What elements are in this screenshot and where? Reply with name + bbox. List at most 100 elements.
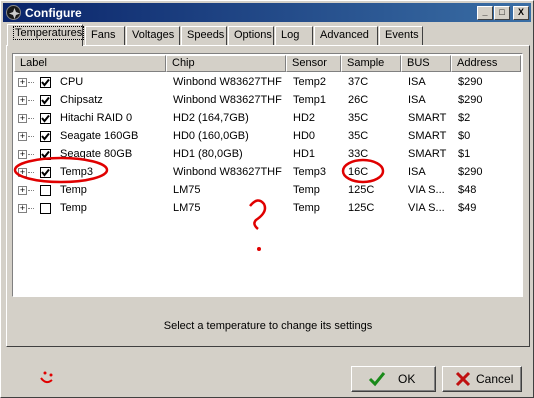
- checkmark-icon: [41, 168, 50, 177]
- column-header-sensor[interactable]: Sensor: [286, 55, 341, 72]
- cell-sample: 125C: [348, 202, 375, 214]
- tab-events[interactable]: Events: [379, 26, 423, 45]
- app-icon: [6, 5, 21, 20]
- checkmark-icon: [41, 132, 50, 141]
- column-header-address[interactable]: Address: [451, 55, 521, 72]
- list-header: Label Chip Sensor Sample BUS Address: [14, 55, 521, 72]
- maximize-button[interactable]: □: [494, 6, 510, 20]
- checkmark-icon: [41, 96, 50, 105]
- cell-label: Hitachi RAID 0: [60, 112, 133, 124]
- table-row[interactable]: + Hitachi RAID 0 HD2 (164,7GB) HD2 35C SMART $…: [14, 109, 521, 127]
- tab-log[interactable]: Log: [275, 26, 313, 45]
- enable-checkbox[interactable]: [40, 95, 51, 106]
- table-row[interactable]: + Seagate 160GB HD0 (160,0GB) HD0 35C SMART $0: [14, 127, 521, 145]
- cell-label: Seagate 160GB: [60, 130, 139, 142]
- cell-bus: SMART: [408, 130, 447, 142]
- cell-bus: SMART: [408, 112, 447, 124]
- cell-sensor: HD0: [293, 130, 316, 142]
- cell-sensor: HD1: [293, 148, 316, 160]
- title-bar[interactable]: Configure _ □ X: [3, 3, 531, 22]
- cell-sensor: Temp3: [293, 166, 327, 178]
- cell-address: $0: [458, 130, 471, 142]
- check-icon: [368, 372, 386, 387]
- ok-button[interactable]: OK: [351, 366, 436, 392]
- cell-bus: VIA S...: [408, 202, 445, 214]
- cell-chip: HD1 (80,0GB): [173, 148, 243, 160]
- checkmark-icon: [41, 114, 50, 123]
- cell-address: $48: [458, 184, 477, 196]
- cell-address: $2: [458, 112, 471, 124]
- cell-label: Chipsatz: [60, 94, 103, 106]
- table-row[interactable]: + Temp3 Winbond W83627THF Temp3 16C ISA $290: [14, 163, 521, 181]
- expand-icon[interactable]: +: [18, 186, 34, 195]
- window-title: Configure: [25, 6, 82, 20]
- close-button[interactable]: X: [513, 6, 529, 20]
- temperature-list[interactable]: Label Chip Sensor Sample BUS Address + CP…: [12, 53, 523, 297]
- expand-icon[interactable]: +: [18, 132, 34, 141]
- enable-checkbox[interactable]: [40, 131, 51, 142]
- enable-checkbox[interactable]: [40, 77, 51, 88]
- status-text: Select a temperature to change its setti…: [163, 320, 373, 332]
- expand-icon[interactable]: +: [18, 78, 34, 87]
- expand-icon[interactable]: +: [18, 96, 34, 105]
- table-row[interactable]: + Temp LM75 Temp 125C VIA S... $48: [14, 181, 521, 199]
- table-row[interactable]: + Temp LM75 Temp 125C VIA S... $49: [14, 199, 521, 217]
- cancel-button-label: Cancel: [476, 372, 514, 386]
- cell-chip: Winbond W83627THF: [173, 76, 282, 88]
- cell-chip: Winbond W83627THF: [173, 94, 282, 106]
- cell-sample: 35C: [348, 130, 369, 142]
- tab-options[interactable]: Options: [228, 26, 274, 45]
- cell-sensor: Temp2: [293, 76, 327, 88]
- cell-label: Temp3: [60, 166, 94, 178]
- expand-icon[interactable]: +: [18, 204, 34, 213]
- cell-address: $1: [458, 148, 471, 160]
- table-row[interactable]: + CPU Winbond W83627THF Temp2 37C ISA $290: [14, 73, 521, 91]
- cell-chip: LM75: [173, 202, 201, 214]
- column-header-chip[interactable]: Chip: [166, 55, 286, 72]
- tab-advanced[interactable]: Advanced: [314, 26, 378, 45]
- tab-fans[interactable]: Fans: [85, 26, 125, 45]
- enable-checkbox[interactable]: [40, 167, 51, 178]
- cell-bus: ISA: [408, 166, 426, 178]
- cell-sensor: Temp: [293, 202, 320, 214]
- column-header-sample[interactable]: Sample: [341, 55, 401, 72]
- ok-button-label: OK: [398, 372, 416, 386]
- tab-voltages[interactable]: Voltages: [126, 26, 180, 45]
- cell-chip: HD2 (164,7GB): [173, 112, 249, 124]
- expand-icon[interactable]: +: [18, 168, 34, 177]
- tab-temperatures[interactable]: Temperatures: [7, 24, 85, 46]
- expand-icon[interactable]: +: [18, 114, 34, 123]
- cell-sensor: Temp: [293, 184, 320, 196]
- cell-sample: 125C: [348, 184, 375, 196]
- tab-speeds[interactable]: Speeds: [181, 26, 227, 45]
- cell-sample: 16C: [348, 166, 369, 178]
- cell-chip: HD0 (160,0GB): [173, 130, 249, 142]
- cancel-button[interactable]: Cancel: [442, 366, 522, 392]
- column-header-bus[interactable]: BUS: [401, 55, 451, 72]
- enable-checkbox[interactable]: [40, 185, 51, 196]
- cell-sensor: HD2: [293, 112, 316, 124]
- cell-address: $290: [458, 166, 483, 178]
- expand-icon[interactable]: +: [18, 150, 34, 159]
- checkmark-icon: [41, 150, 50, 159]
- cell-bus: ISA: [408, 76, 426, 88]
- cell-sensor: Temp1: [293, 94, 327, 106]
- cell-label: CPU: [60, 76, 84, 88]
- configure-window: Configure _ □ X Temperatures Fans Voltag…: [0, 0, 534, 398]
- cell-sample: 26C: [348, 94, 369, 106]
- cell-sample: 35C: [348, 112, 369, 124]
- table-row[interactable]: + Chipsatz Winbond W83627THF Temp1 26C ISA $29…: [14, 91, 521, 109]
- cell-chip: LM75: [173, 184, 201, 196]
- minimize-button[interactable]: _: [477, 6, 493, 20]
- enable-checkbox[interactable]: [40, 113, 51, 124]
- cell-sample: 37C: [348, 76, 369, 88]
- enable-checkbox[interactable]: [40, 149, 51, 160]
- cell-label: Temp: [60, 202, 87, 214]
- cell-address: $290: [458, 76, 483, 88]
- table-row[interactable]: + Seagate 80GB HD1 (80,0GB) HD1 33C SMART $1: [14, 145, 521, 163]
- column-header-label[interactable]: Label: [14, 55, 166, 72]
- x-icon: [455, 371, 471, 387]
- cell-chip: Winbond W83627THF: [173, 166, 282, 178]
- cell-bus: ISA: [408, 94, 426, 106]
- enable-checkbox[interactable]: [40, 203, 51, 214]
